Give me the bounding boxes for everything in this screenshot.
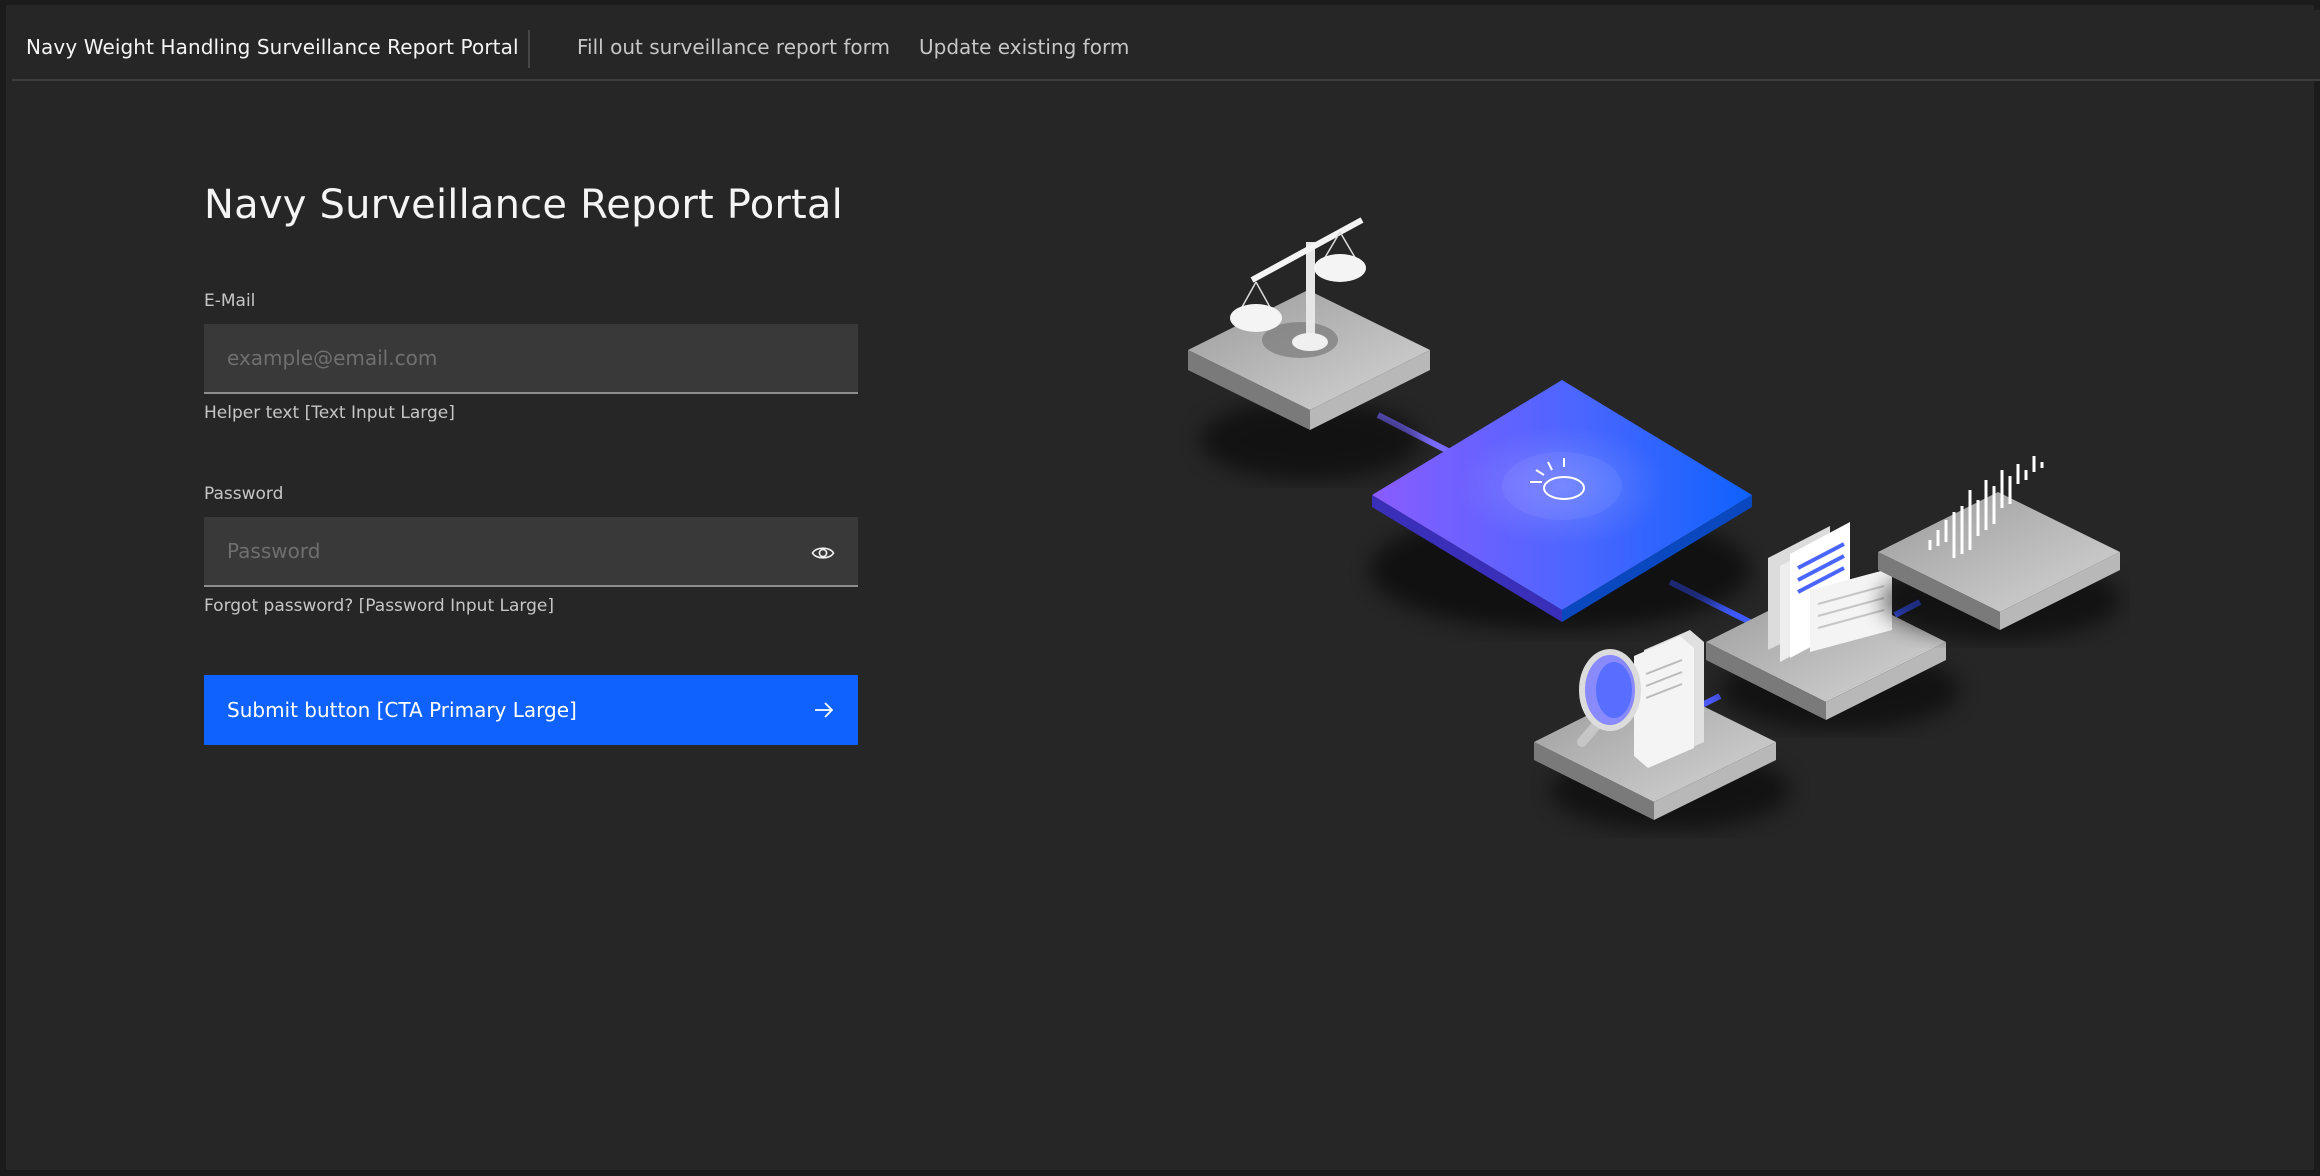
scales-of-justice-icon [1188,217,1430,480]
app-title[interactable]: Navy Weight Handling Surveillance Report… [26,35,519,59]
eye-icon[interactable] [802,538,844,568]
nav-update-form[interactable]: Update existing form [919,35,1129,59]
email-helper-text: Helper text [Text Input Large] [204,403,455,423]
email-label: E-Mail [204,291,256,311]
submit-button[interactable]: Submit button [CTA Primary Large] [204,675,858,745]
nav-fill-out-form[interactable]: Fill out surveillance report form [577,35,890,59]
ibm-logo-icon [1370,380,1752,630]
email-field[interactable] [204,324,858,394]
password-label: Password [204,484,284,504]
arrow-right-icon [815,702,834,718]
submit-button-label: Submit button [CTA Primary Large] [227,698,577,722]
page-title: Navy Surveillance Report Portal [204,182,843,228]
hero-illustration [1188,217,2120,830]
header-divider [528,30,530,68]
password-field[interactable] [204,517,858,587]
top-nav-bar: Navy Weight Handling Surveillance Report… [12,10,2320,81]
signal-bars-icon [1878,456,2120,640]
password-helper-text[interactable]: Forgot password? [Password Input Large] [204,596,554,616]
